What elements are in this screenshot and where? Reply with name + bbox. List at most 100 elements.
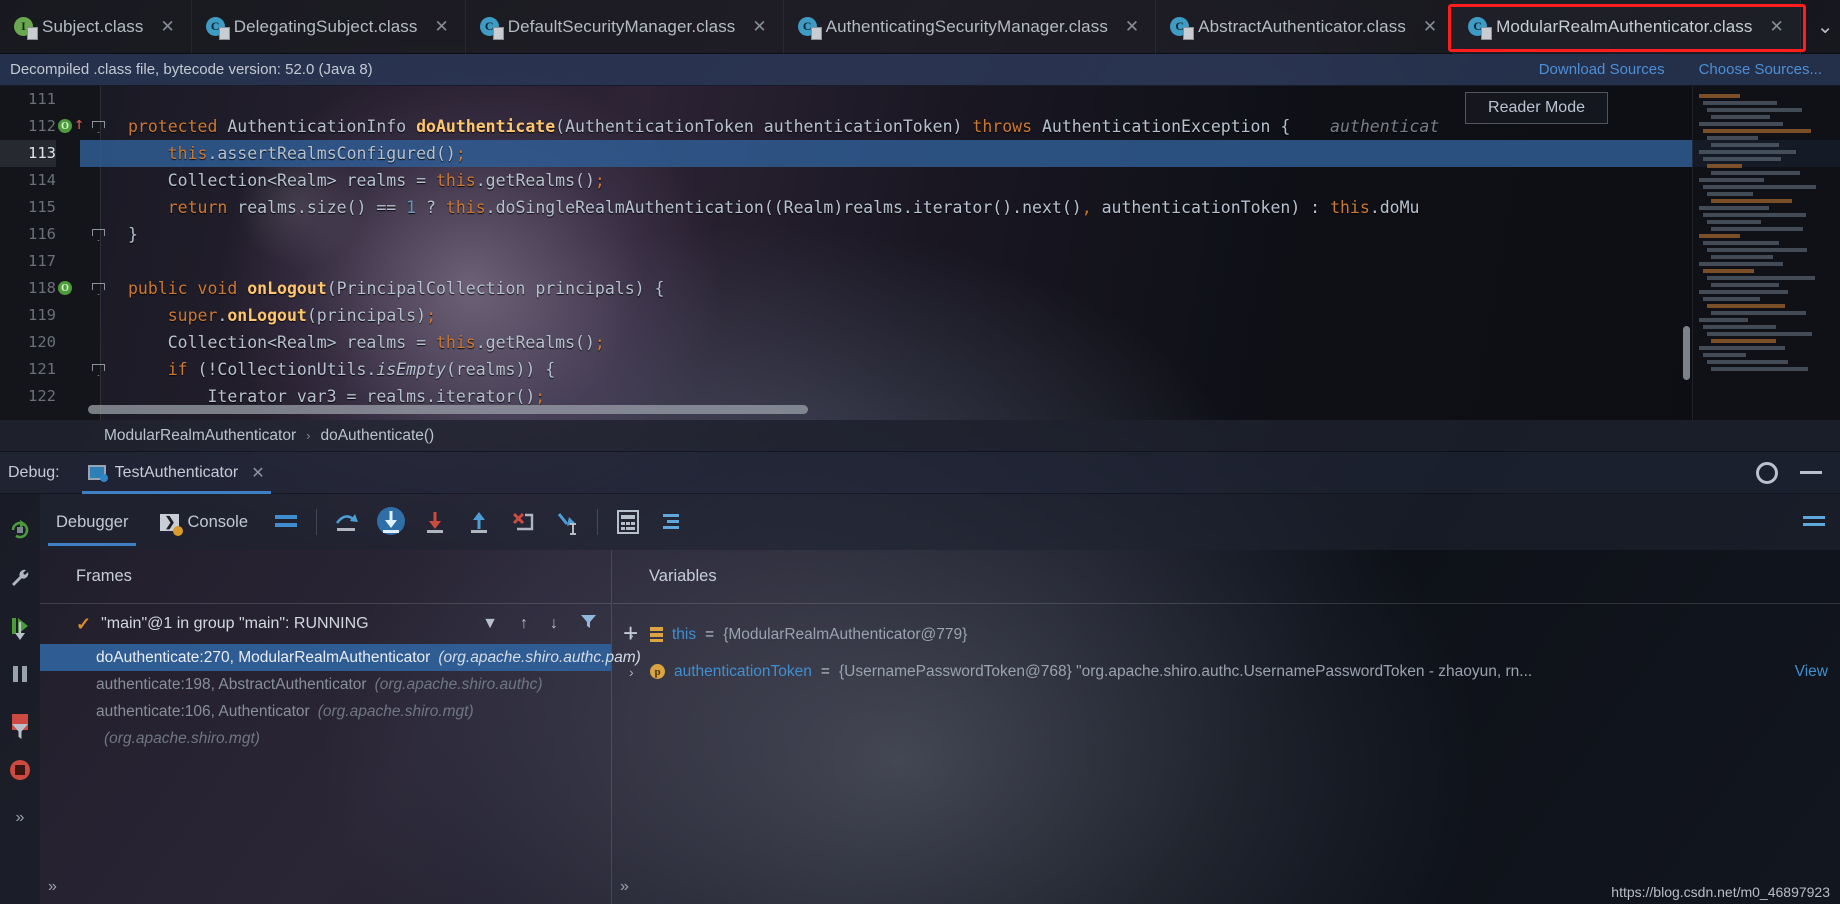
frame-row[interactable]: authenticate:106, Authenticator (org.apac…	[40, 698, 611, 725]
rerun-icon[interactable]	[0, 506, 40, 554]
evaluate-expression-icon[interactable]	[606, 494, 650, 550]
code-line-120[interactable]: 120 Collection<Realm> realms = this.getR…	[0, 329, 1840, 356]
override-marker-icon[interactable]: O	[58, 119, 72, 133]
gutter-marks[interactable]	[58, 167, 98, 194]
minimap-line	[1699, 122, 1783, 126]
gutter-marks[interactable]	[58, 86, 98, 113]
add-watch-button[interactable]: +	[623, 606, 638, 646]
thread-selector[interactable]: ✓ "main"@1 in group "main": RUNNING ▼ ↑ …	[40, 604, 611, 644]
minimap-line	[1699, 178, 1764, 182]
variable-row[interactable]: › this = {ModularRealmAuthenticator@779}	[613, 616, 1840, 653]
step-over-icon[interactable]	[325, 494, 369, 550]
fold-marker-icon[interactable]	[92, 121, 105, 133]
code-line-113[interactable]: 113 this.assertRealmsConfigured();	[0, 140, 1840, 167]
gutter-marks[interactable]	[58, 194, 98, 221]
code-line-115[interactable]: 115 return realms.size() == 1 ? this.doS…	[0, 194, 1840, 221]
check-icon: ✓	[76, 613, 92, 634]
layout-icon[interactable]	[264, 494, 308, 550]
editor-tab-3[interactable]: C AuthenticatingSecurityManager.class ✕	[784, 0, 1157, 54]
frames-scroll-down-icon[interactable]	[0, 608, 40, 654]
minimap-line	[1703, 101, 1778, 105]
gutter-marks[interactable]	[58, 140, 98, 167]
editor-tab-1[interactable]: C DelegatingSubject.class ✕	[192, 0, 466, 54]
breadcrumb-method[interactable]: doAuthenticate()	[320, 427, 434, 445]
gutter-marks[interactable]	[58, 329, 98, 356]
mute-breakpoints-icon[interactable]	[650, 494, 694, 550]
editor-tab-label: AuthenticatingSecurityManager.class	[825, 16, 1108, 36]
console-icon: ❯	[160, 513, 184, 536]
frame-up-icon[interactable]: ↑	[520, 615, 528, 633]
tab-overflow-icon[interactable]: ⌄	[1801, 14, 1840, 39]
variables-overflow-icon[interactable]: »	[620, 878, 629, 896]
fold-marker-icon[interactable]	[92, 283, 105, 295]
close-icon[interactable]: ✕	[434, 18, 448, 35]
editor-vertical-scrollbar[interactable]	[1683, 326, 1690, 380]
download-sources-link[interactable]: Download Sources	[1539, 61, 1665, 78]
class-icon: C	[797, 17, 822, 40]
debugger-toolbar: Debugger ❯ Console	[40, 494, 1840, 550]
gutter-marks[interactable]	[58, 302, 98, 329]
editor-horizontal-scrollbar[interactable]	[88, 405, 808, 414]
minimize-icon[interactable]	[1800, 471, 1822, 474]
close-icon[interactable]: ✕	[1125, 18, 1139, 35]
decompiled-notification-text: Decompiled .class file, bytecode version…	[10, 61, 373, 78]
line-number: 114	[28, 171, 56, 189]
gutter-marks[interactable]	[58, 221, 105, 248]
tab-console[interactable]: ❯ Console	[144, 494, 264, 550]
close-icon[interactable]: ✕	[160, 18, 174, 35]
code-line-118[interactable]: 118 Opublic void onLogout(PrincipalCollec…	[0, 275, 1840, 302]
filter-icon[interactable]	[580, 613, 597, 635]
tab-debugger[interactable]: Debugger	[40, 494, 144, 550]
gutter-marks[interactable]: O	[58, 275, 105, 302]
toolbar-overflow-icon[interactable]	[1796, 494, 1840, 550]
step-out-icon[interactable]	[457, 494, 501, 550]
code-line-117[interactable]: 117	[0, 248, 1840, 275]
frame-down-icon[interactable]: ↓	[550, 615, 558, 633]
editor-tab-2[interactable]: C DefaultSecurityManager.class ✕	[466, 0, 784, 54]
minimap-line	[1707, 360, 1788, 364]
frames-filter-icon[interactable]	[0, 708, 40, 754]
override-marker-icon[interactable]: O	[58, 281, 72, 295]
frames-overflow-icon[interactable]: »	[48, 878, 57, 896]
code-editor[interactable]: 111 112 O ↑ protected AuthenticationInfo doA…	[0, 86, 1840, 420]
editor-minimap[interactable]	[1692, 86, 1840, 420]
force-step-into-icon[interactable]	[413, 494, 457, 550]
decompiled-notification-bar: Decompiled .class file, bytecode version…	[0, 54, 1840, 86]
frame-row[interactable]: (org.apache.shiro.mgt)	[40, 725, 611, 752]
close-icon[interactable]: ✕	[1423, 18, 1437, 35]
execution-pointer-icon: ↑	[74, 114, 85, 134]
gutter-marks[interactable]	[58, 248, 98, 275]
reader-mode-button[interactable]: Reader Mode	[1465, 92, 1608, 124]
chevron-right-icon[interactable]: ›	[629, 664, 641, 680]
drop-frame-icon[interactable]	[501, 494, 545, 550]
variable-row[interactable]: › p authenticationToken = {UsernamePasswor…	[613, 653, 1840, 690]
run-to-cursor-icon[interactable]	[545, 494, 589, 550]
code-line-116[interactable]: 116}	[0, 221, 1840, 248]
gutter-marks[interactable]: O ↑	[58, 113, 105, 140]
fold-marker-icon[interactable]	[92, 364, 105, 376]
close-icon[interactable]: ✕	[251, 463, 264, 483]
frame-row[interactable]: doAuthenticate:270, ModularRealmAuthenti…	[40, 644, 641, 671]
editor-tab-4[interactable]: C AbstractAuthenticator.class ✕	[1156, 0, 1455, 54]
frames-list[interactable]: doAuthenticate:270, ModularRealmAuthenti…	[40, 644, 641, 752]
editor-tab-0[interactable]: I Subject.class ✕	[0, 0, 192, 54]
close-icon[interactable]: ✕	[752, 18, 766, 35]
close-icon[interactable]: ✕	[1770, 18, 1784, 35]
debug-session-tab[interactable]: TestAuthenticator ✕	[76, 452, 277, 494]
frame-row[interactable]: authenticate:198, AbstractAuthenticator (…	[40, 671, 611, 698]
view-value-link[interactable]: View	[1795, 663, 1840, 681]
breadcrumb-class[interactable]: ModularRealmAuthenticator	[104, 427, 296, 445]
editor-tab-5[interactable]: C ModularRealmAuthenticator.class ✕	[1448, 0, 1806, 54]
chevron-down-icon[interactable]: ▼	[482, 615, 498, 633]
step-into-icon[interactable]	[369, 494, 413, 550]
gutter-marks[interactable]	[58, 356, 105, 383]
gear-icon[interactable]	[1756, 461, 1778, 484]
code-line-119[interactable]: 119 super.onLogout(principals);	[0, 302, 1840, 329]
minimap-line	[1703, 353, 1747, 357]
code-line-114[interactable]: 114 Collection<Realm> realms = this.getR…	[0, 167, 1840, 194]
choose-sources-link[interactable]: Choose Sources...	[1699, 61, 1822, 78]
fold-marker-icon[interactable]	[92, 229, 105, 241]
variables-list[interactable]: › this = {ModularRealmAuthenticator@779} ›…	[613, 604, 1840, 690]
class-icon: C	[1170, 17, 1195, 40]
code-line-121[interactable]: 121 if (!CollectionUtils.isEmpty(realms)…	[0, 356, 1840, 383]
